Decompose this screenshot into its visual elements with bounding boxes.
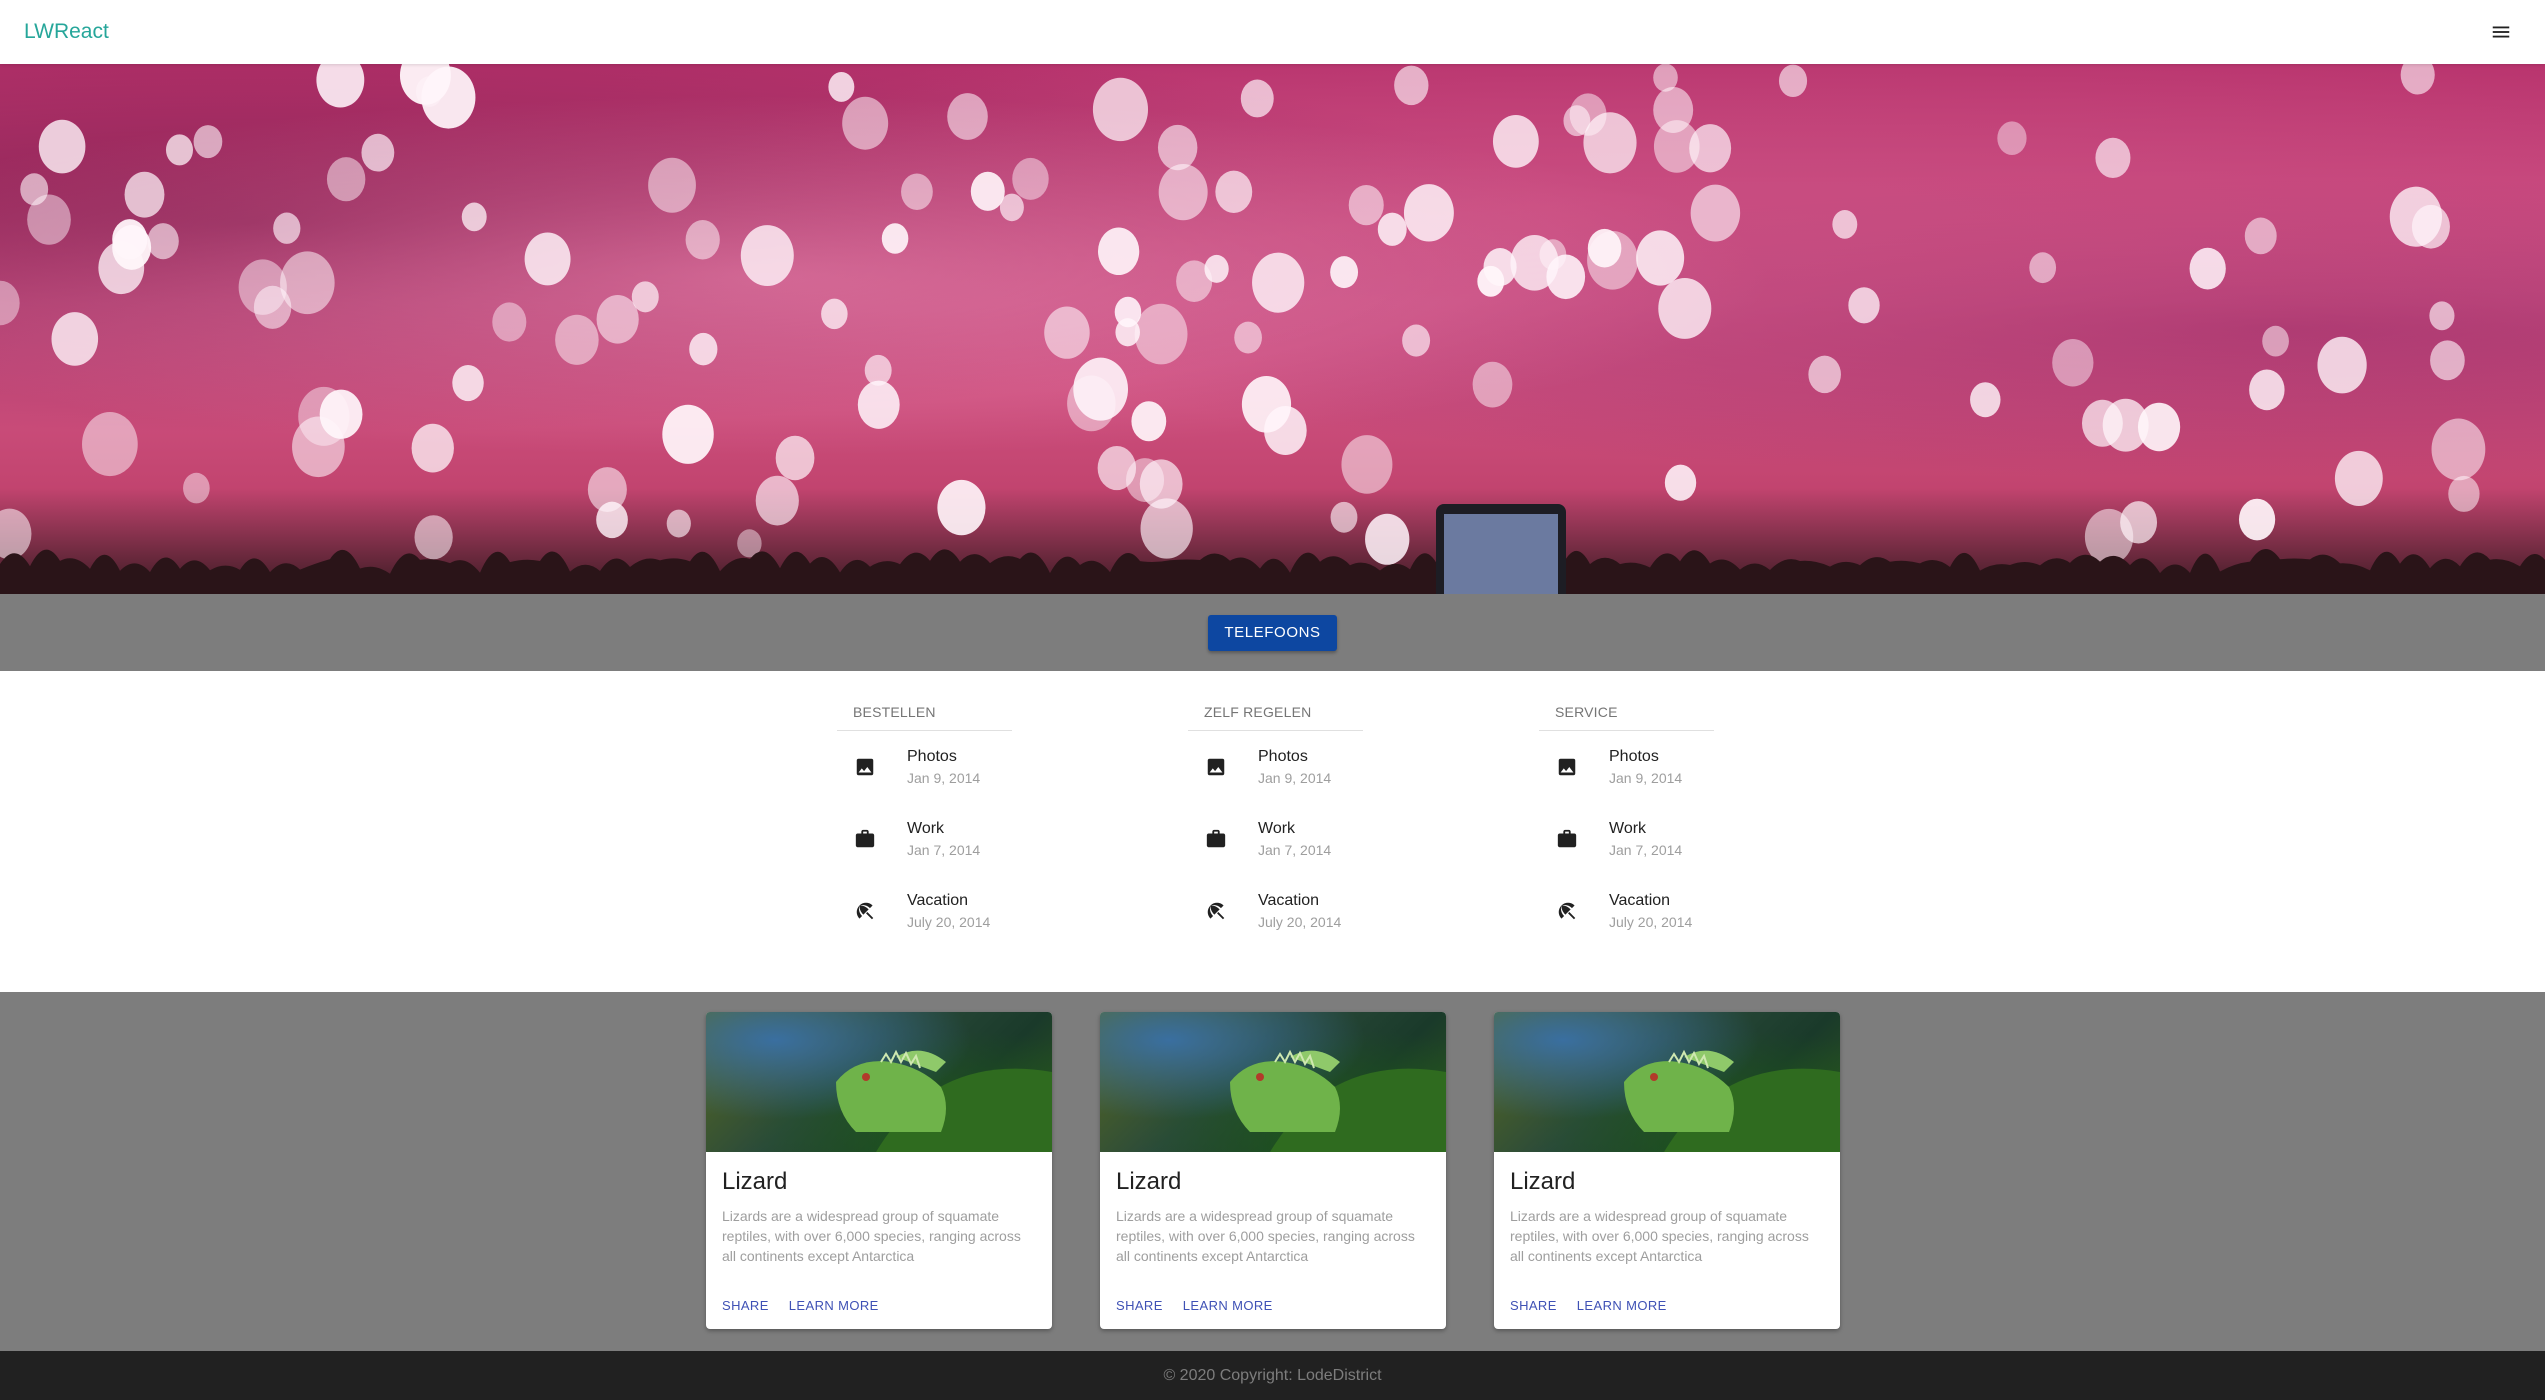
card-title: Lizard — [722, 1168, 788, 1195]
list-item-label: Photos — [907, 748, 957, 765]
beach-umbrella-icon — [853, 899, 877, 923]
learn-more-button[interactable]: LEARN MORE — [1569, 1292, 1675, 1319]
work-icon — [853, 827, 877, 851]
card-title: Lizard — [1510, 1168, 1576, 1195]
list-item-work[interactable]: Work Jan 7, 2014 — [1539, 803, 1714, 875]
card-lizard: Lizard Lizards are a widespread group of… — [1494, 1012, 1840, 1329]
list-item-label: Photos — [1258, 748, 1308, 765]
list-item-label: Vacation — [1258, 892, 1320, 909]
list-title: ZELF REGELEN — [1188, 704, 1363, 731]
telefoons-band: TELEFOONS — [0, 594, 2545, 671]
list-item-label: Photos — [1609, 748, 1659, 765]
share-button[interactable]: SHARE — [1108, 1292, 1171, 1319]
copyright-text: © 2020 Copyright: LodeDistrict — [1163, 1366, 1382, 1384]
menu-lists: BESTELLEN Photos Jan 9, 2014 Work Jan 7, 2… — [0, 671, 2545, 992]
share-button[interactable]: SHARE — [714, 1292, 777, 1319]
cards-section: Lizard Lizards are a widespread group of… — [0, 992, 2545, 1351]
card-description: Lizards are a widespread group of squama… — [1116, 1208, 1415, 1264]
learn-more-button[interactable]: LEARN MORE — [781, 1292, 887, 1319]
list-item-vacation[interactable]: Vacation July 20, 2014 — [1539, 875, 1714, 947]
image-icon — [1204, 755, 1228, 779]
list-item-date: July 20, 2014 — [1258, 914, 1342, 930]
list-item-date: Jan 9, 2014 — [1609, 770, 1683, 786]
list-zelf-regelen: ZELF REGELEN Photos Jan 9, 2014 Work Jan 7… — [1188, 704, 1363, 947]
list-item-work[interactable]: Work Jan 7, 2014 — [837, 803, 1012, 875]
list-item-label: Vacation — [1609, 892, 1671, 909]
list-item-vacation[interactable]: Vacation July 20, 2014 — [837, 875, 1012, 947]
card-title: Lizard — [1116, 1168, 1182, 1195]
learn-more-button[interactable]: LEARN MORE — [1175, 1292, 1281, 1319]
card-description: Lizards are a widespread group of squama… — [722, 1208, 1021, 1264]
hamburger-menu-icon — [2492, 26, 2510, 38]
footer: © 2020 Copyright: LodeDistrict — [0, 1351, 2545, 1400]
list-item-label: Work — [1609, 820, 1647, 837]
lizard-image — [1494, 1012, 1840, 1152]
list-item-date: July 20, 2014 — [907, 914, 991, 930]
card-lizard: Lizard Lizards are a widespread group of… — [1100, 1012, 1446, 1329]
list-title: SERVICE — [1539, 704, 1714, 731]
hero-image — [0, 64, 2545, 594]
list-bestellen: BESTELLEN Photos Jan 9, 2014 Work Jan 7, 2… — [837, 704, 1012, 947]
work-icon — [1204, 827, 1228, 851]
list-item-photos[interactable]: Photos Jan 9, 2014 — [1188, 731, 1363, 803]
list-item-date: Jan 7, 2014 — [907, 842, 981, 858]
beach-umbrella-icon — [1204, 899, 1228, 923]
brand-logo[interactable]: LWReact — [24, 20, 109, 44]
list-title: BESTELLEN — [837, 704, 1012, 731]
list-item-photos[interactable]: Photos Jan 9, 2014 — [837, 731, 1012, 803]
app-bar: LWReact — [0, 0, 2545, 64]
list-item-date: Jan 9, 2014 — [907, 770, 981, 786]
list-item-label: Vacation — [907, 892, 969, 909]
list-item-date: Jan 7, 2014 — [1258, 842, 1332, 858]
list-item-label: Work — [907, 820, 945, 837]
card-lizard: Lizard Lizards are a widespread group of… — [706, 1012, 1052, 1329]
card-description: Lizards are a widespread group of squama… — [1510, 1208, 1809, 1264]
list-item-vacation[interactable]: Vacation July 20, 2014 — [1188, 875, 1363, 947]
share-button[interactable]: SHARE — [1502, 1292, 1565, 1319]
menu-button[interactable] — [2481, 12, 2521, 52]
list-item-date: Jan 9, 2014 — [1258, 770, 1332, 786]
list-item-label: Work — [1258, 820, 1296, 837]
work-icon — [1555, 827, 1579, 851]
telefoons-button[interactable]: TELEFOONS — [1208, 614, 1337, 651]
bokeh-lights — [0, 64, 2545, 594]
list-item-date: July 20, 2014 — [1609, 914, 1693, 930]
image-icon — [853, 755, 877, 779]
beach-umbrella-icon — [1555, 899, 1579, 923]
image-icon — [1555, 755, 1579, 779]
list-service: SERVICE Photos Jan 9, 2014 Work Jan 7, 201… — [1539, 704, 1714, 947]
list-item-photos[interactable]: Photos Jan 9, 2014 — [1539, 731, 1714, 803]
list-item-date: Jan 7, 2014 — [1609, 842, 1683, 858]
lizard-image — [1100, 1012, 1446, 1152]
list-item-work[interactable]: Work Jan 7, 2014 — [1188, 803, 1363, 875]
lizard-image — [706, 1012, 1052, 1152]
